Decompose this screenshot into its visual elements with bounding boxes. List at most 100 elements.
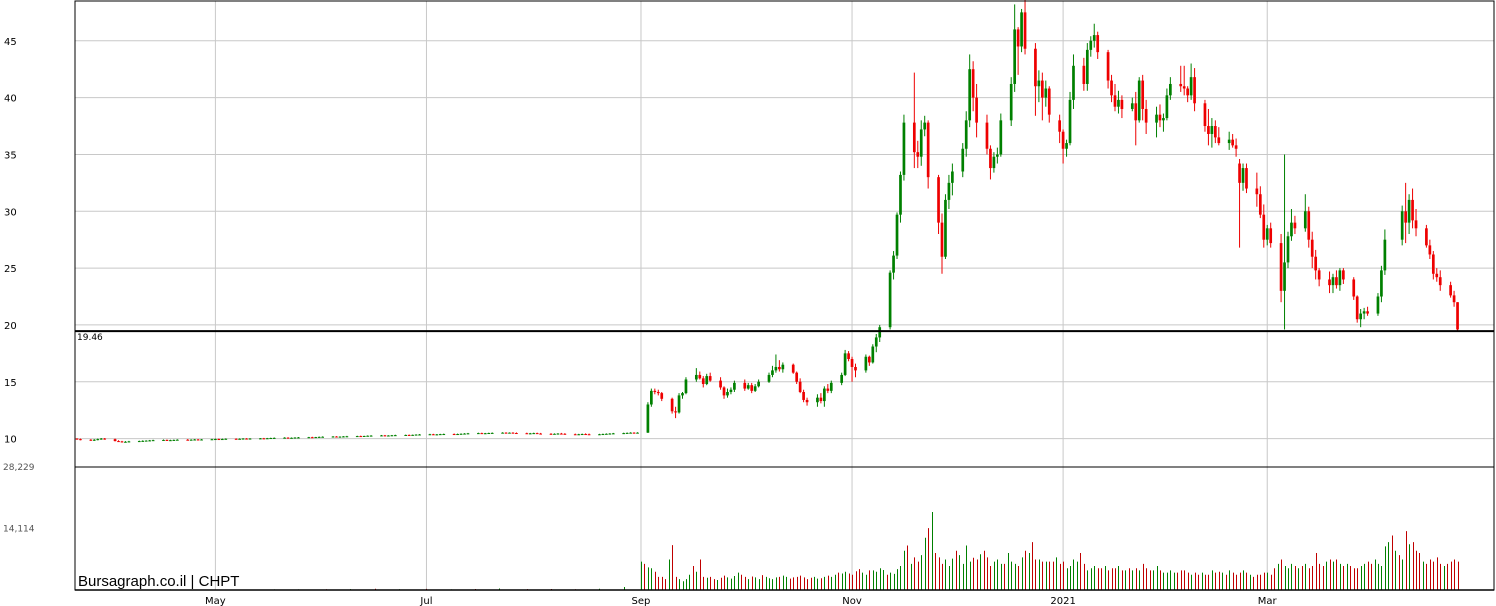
candle-body — [608, 433, 612, 435]
candle-body — [791, 364, 795, 373]
volume-tick-label: 28,229 — [3, 463, 35, 473]
candle-body — [1380, 270, 1383, 297]
candle-body — [151, 440, 155, 442]
candle-body — [1009, 83, 1013, 121]
candle-body — [265, 438, 269, 440]
candle-body — [338, 436, 342, 438]
price-tick-label: 40 — [4, 94, 17, 105]
candle-body — [283, 437, 286, 439]
candle-body — [1110, 80, 1113, 96]
candle-body — [241, 438, 245, 440]
candle-body — [871, 346, 875, 363]
x-tick-label: 2021 — [1050, 596, 1075, 606]
candle-body — [297, 437, 300, 439]
candle-body — [335, 436, 338, 438]
price-tick-label: 10 — [4, 435, 17, 446]
candle-body — [625, 432, 629, 434]
candle-body — [1158, 114, 1162, 121]
candle-body — [681, 393, 684, 396]
candle-body — [511, 432, 515, 434]
candle-body — [103, 438, 107, 440]
candle-body — [124, 441, 127, 443]
candle-body — [722, 387, 726, 396]
candle-body — [864, 356, 868, 371]
candle-body — [345, 436, 349, 438]
candle-body — [414, 434, 418, 436]
candle-body — [535, 433, 539, 435]
candle-body — [1411, 199, 1414, 221]
candle-body — [1231, 139, 1234, 146]
candle-body — [196, 439, 200, 441]
candle-body — [1213, 126, 1217, 138]
candle-body — [968, 69, 972, 121]
candle-body — [829, 382, 833, 391]
candle-body — [677, 395, 681, 413]
x-tick-label: Mar — [1258, 596, 1278, 606]
candle-body — [1013, 29, 1017, 84]
candle-body — [1144, 108, 1148, 123]
candle-body — [598, 434, 601, 436]
candle-body — [771, 370, 774, 375]
candle-body — [1359, 313, 1363, 320]
candle-body — [996, 154, 999, 157]
candle-body — [826, 388, 830, 391]
candle-body — [874, 337, 878, 347]
candle-body — [611, 433, 615, 435]
candle-body — [701, 378, 705, 385]
candle-body — [1366, 311, 1369, 314]
candle-body — [293, 437, 297, 439]
x-tick-label: Sep — [632, 596, 651, 606]
candle-body — [1352, 279, 1356, 297]
candle-body — [878, 327, 882, 338]
candle-body — [847, 353, 850, 360]
candle-body — [269, 438, 273, 440]
x-tick-label: May — [205, 596, 226, 606]
candle-body — [383, 435, 387, 437]
candle-body — [162, 439, 165, 441]
candle-body — [92, 439, 96, 441]
candle-body — [1210, 126, 1214, 134]
candle-body — [1338, 270, 1342, 286]
candle-body — [1286, 236, 1290, 263]
candle-body — [549, 433, 553, 435]
candle-body — [362, 435, 366, 437]
candle-body — [1137, 80, 1141, 121]
candle-body — [407, 434, 411, 436]
candle-body — [698, 374, 702, 379]
candle-body — [912, 122, 916, 153]
candle-body — [504, 432, 508, 434]
candle-body — [708, 376, 712, 381]
candle-body — [539, 433, 542, 435]
candle-body — [895, 214, 899, 256]
candle-body — [1162, 118, 1165, 121]
candle-body — [670, 398, 674, 412]
candle-body — [629, 432, 632, 434]
candle-body — [141, 440, 145, 442]
candle-body — [1023, 12, 1027, 49]
candle-body — [272, 437, 276, 439]
price-tick-label: 30 — [4, 207, 17, 218]
candle-body — [1037, 80, 1041, 87]
candle-body — [508, 432, 511, 434]
candle-body — [660, 393, 664, 399]
candle-body — [923, 122, 927, 130]
candle-body — [259, 438, 262, 440]
candle-body — [165, 439, 169, 441]
candle-body — [556, 433, 560, 435]
candle-body — [189, 439, 193, 441]
candle-body — [169, 440, 172, 442]
candle-body — [999, 120, 1003, 155]
candle-body — [823, 388, 826, 402]
price-tick-label: 15 — [4, 378, 17, 389]
candle-body — [1016, 29, 1020, 47]
candle-body — [390, 435, 394, 437]
candle-body — [674, 411, 677, 413]
candle-body — [646, 404, 650, 433]
candle-body — [743, 382, 747, 389]
candle-body — [1155, 114, 1158, 123]
candle-body — [757, 381, 760, 387]
candle-body — [307, 437, 311, 439]
candle-body — [459, 433, 463, 435]
candle-body — [650, 390, 653, 405]
candle-body — [919, 129, 923, 157]
